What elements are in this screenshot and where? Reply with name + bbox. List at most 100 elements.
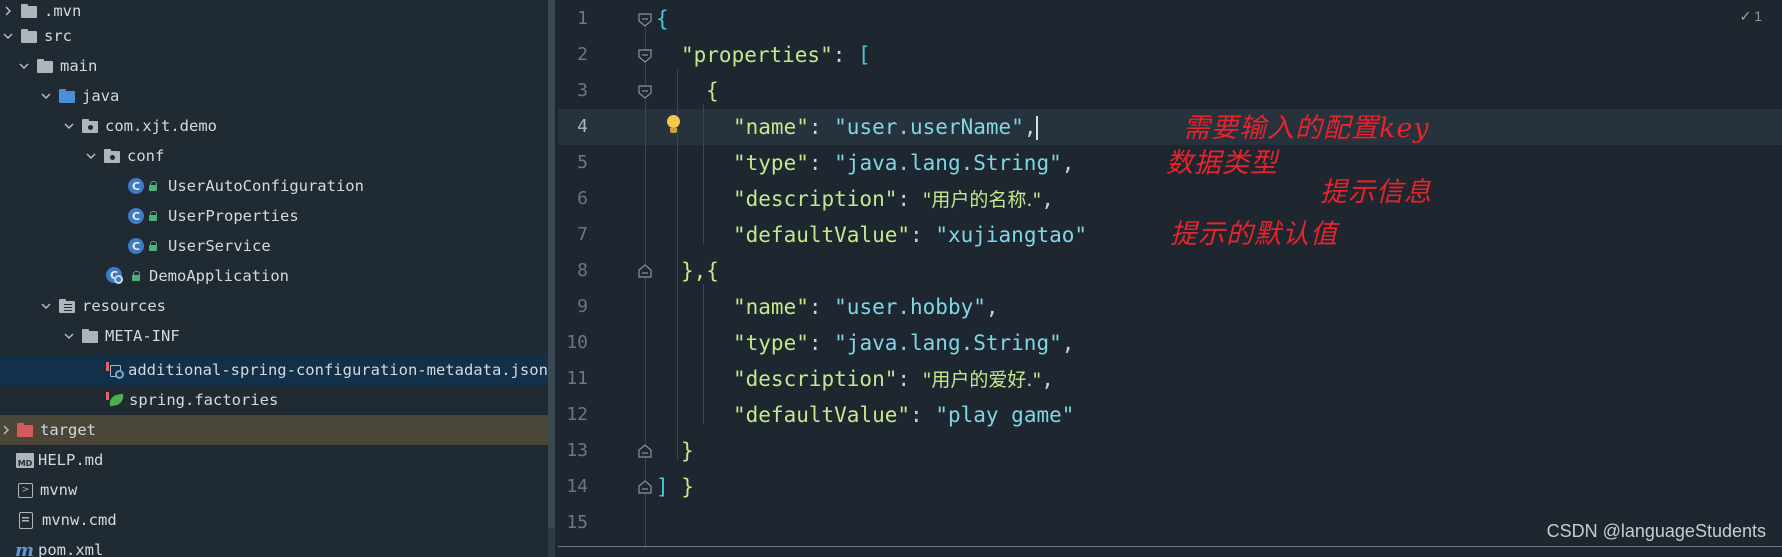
code-line-11[interactable]: "description": "用户的爱好.", (733, 361, 1054, 397)
tree-item-metadata-json[interactable]: additional-spring-configuration-metadata… (0, 355, 548, 385)
line-number: 5 (577, 152, 588, 173)
code-line-2[interactable]: "properties": [ (681, 37, 871, 73)
tree-item-main[interactable]: main (0, 51, 548, 81)
line-number: 13 (566, 440, 588, 461)
tree-item-target[interactable]: target (0, 415, 548, 445)
fold-open-icon[interactable] (638, 84, 652, 99)
line-number: 14 (566, 476, 588, 497)
json-config-icon (106, 361, 124, 379)
chevron-right-icon[interactable] (0, 422, 12, 438)
code-line-10[interactable]: "type": "java.lang.String", (733, 325, 1074, 361)
line-number: 3 (577, 80, 588, 101)
tree-item-label: .mvn (44, 2, 82, 20)
fold-open-icon[interactable] (638, 12, 652, 27)
tree-item-demoapplication[interactable]: C DemoApplication (0, 261, 548, 291)
tree-item-java[interactable]: java (0, 81, 548, 111)
tree-item-label: pom.xml (38, 541, 104, 557)
tree-item-spring-factories[interactable]: spring.factories (0, 385, 548, 415)
lock-icon (131, 271, 141, 281)
tree-item-label: resources (82, 297, 166, 315)
indent-guide (703, 104, 704, 244)
excluded-folder-icon (16, 422, 34, 438)
tree-item-com-xjt-demo[interactable]: com.xjt.demo (0, 111, 548, 141)
indent-guide (703, 284, 704, 424)
code-line-14[interactable]: ] } (656, 469, 694, 505)
code-line-12[interactable]: "defaultValue": "play game" (733, 397, 1074, 433)
folder-icon (81, 328, 99, 344)
tree-item-label: conf (127, 147, 165, 165)
tree-item-mvnw-cmd[interactable]: mvnw.cmd (0, 505, 548, 535)
tree-item-resources[interactable]: resources (0, 291, 548, 321)
tree-item-conf[interactable]: conf (0, 141, 548, 171)
tree-item-label: HELP.md (38, 451, 104, 469)
chevron-down-icon[interactable] (38, 298, 54, 314)
chevron-down-icon[interactable] (0, 28, 16, 44)
tree-item-label: mvnw (40, 481, 78, 499)
tree-item-pom-xml[interactable]: m pom.xml (0, 535, 548, 557)
fold-open-icon[interactable] (638, 48, 652, 63)
tree-item-label: UserAutoConfiguration (168, 177, 364, 195)
fold-close-icon[interactable] (638, 263, 652, 278)
code-line-6[interactable]: "description": "用户的名称.", (733, 181, 1054, 217)
markdown-icon: MD (16, 452, 34, 468)
inspection-count: 1 (1754, 8, 1762, 24)
tree-item-label: java (82, 87, 120, 105)
tree-item-label: com.xjt.demo (105, 117, 217, 135)
fold-close-icon[interactable] (638, 443, 652, 458)
line-number: 9 (577, 296, 588, 317)
annotation-type: 数据类型 (1166, 148, 1278, 179)
code-line-7[interactable]: "defaultValue": "xujiangtao" (733, 217, 1087, 253)
code-line-9[interactable]: "name": "user.hobby", (733, 289, 999, 325)
code-line-1[interactable]: { (656, 1, 669, 37)
chevron-down-icon[interactable] (61, 118, 77, 134)
inspection-widget[interactable]: ✓ 1 (1739, 8, 1762, 25)
line-number: 6 (577, 188, 588, 209)
tree-item-src[interactable]: src (0, 21, 548, 51)
chevron-down-icon[interactable] (16, 58, 32, 74)
tree-item-label: additional-spring-configuration-metadata… (128, 361, 548, 379)
tree-item-meta-inf[interactable]: META-INF (0, 321, 548, 351)
line-number: 11 (566, 368, 588, 389)
code-line-4[interactable]: "name": "user.userName", (733, 109, 1039, 145)
spring-leaf-icon (106, 392, 126, 408)
chevron-down-icon[interactable] (83, 148, 99, 164)
chevron-right-icon[interactable] (0, 3, 16, 19)
line-number: 10 (566, 332, 588, 353)
folder-icon (20, 28, 38, 44)
code-line-3[interactable]: { (706, 73, 719, 109)
watermark: CSDN @languageStudents (1546, 521, 1766, 541)
annotation-default: 提示的默认值 (1170, 219, 1338, 250)
fold-close-icon[interactable] (638, 479, 652, 494)
tree-item-userservice[interactable]: C UserService (0, 231, 548, 261)
class-icon: C (128, 208, 144, 224)
class-icon: C (128, 178, 144, 194)
lightbulb-icon[interactable] (665, 113, 681, 137)
code-line-5[interactable]: "type": "java.lang.String", (733, 145, 1074, 181)
tree-item-mvnw[interactable]: > mvnw (0, 475, 548, 505)
tree-item-userproperties[interactable]: C UserProperties (0, 201, 548, 231)
terminal-icon: > (18, 482, 33, 498)
tree-item-help-md[interactable]: MD HELP.md (0, 445, 548, 475)
code-line-8[interactable]: },{ (681, 253, 719, 289)
line-number: 7 (577, 224, 588, 245)
lock-icon (148, 181, 158, 191)
tree-item-label: mvnw.cmd (42, 511, 117, 529)
package-icon (103, 148, 121, 164)
tree-item-label: target (40, 421, 96, 439)
source-folder-icon (58, 88, 76, 104)
line-number: 1 (577, 8, 588, 29)
chevron-down-icon[interactable] (38, 88, 54, 104)
tree-scrollbar-thumb[interactable] (548, 0, 555, 528)
line-number: 15 (566, 512, 588, 533)
tree-item-label: UserService (168, 237, 271, 255)
text-caret (1036, 116, 1039, 140)
code-editor[interactable]: 1 2 3 4 5 6 7 8 9 10 11 12 13 14 15 { "p… (558, 0, 1782, 557)
tree-item-userautoconfiguration[interactable]: C UserAutoConfiguration (0, 171, 548, 201)
tree-item-label: src (44, 27, 72, 45)
project-tree: .mvn src main java com.xjt.demo conf C U… (0, 0, 548, 557)
code-line-13[interactable]: } (681, 433, 694, 469)
check-icon: ✓ (1739, 8, 1752, 24)
file-icon (19, 511, 33, 529)
maven-icon: m (15, 539, 35, 557)
chevron-down-icon[interactable] (61, 328, 77, 344)
